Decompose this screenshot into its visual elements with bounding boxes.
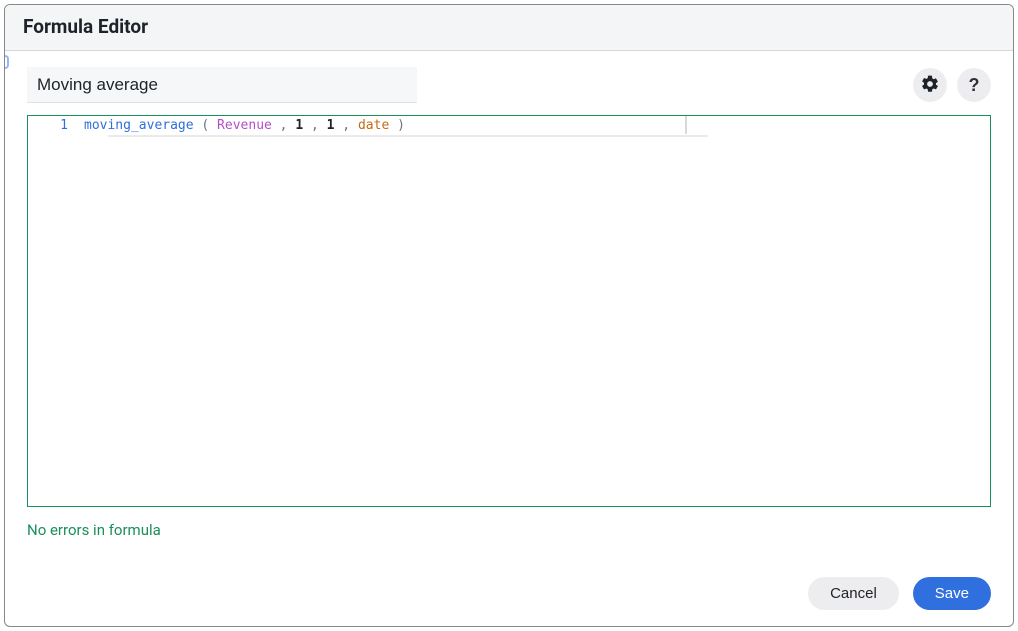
token-close-paren: ) bbox=[389, 118, 405, 133]
question-icon: ? bbox=[969, 75, 980, 96]
footer: Cancel Save bbox=[5, 547, 1013, 626]
token-comma: , bbox=[272, 118, 288, 133]
token-arg-revenue: Revenue bbox=[209, 118, 272, 133]
code-content[interactable]: moving_average ( Revenue , 1 , 1 , date … bbox=[84, 116, 990, 136]
toolbar: ? bbox=[5, 51, 1013, 115]
code-editor[interactable]: 1 moving_average ( Revenue , 1 , 1 , dat… bbox=[27, 115, 991, 507]
decorative-arc bbox=[5, 55, 9, 69]
line-number: 1 bbox=[28, 116, 84, 136]
status-message: No errors in formula bbox=[5, 507, 1013, 547]
cancel-button[interactable]: Cancel bbox=[808, 577, 899, 610]
token-comma: , bbox=[303, 118, 319, 133]
token-arg-num2: 1 bbox=[319, 118, 335, 133]
split-handle[interactable] bbox=[685, 116, 687, 134]
toolbar-icons: ? bbox=[913, 68, 991, 102]
token-arg-num1: 1 bbox=[288, 118, 304, 133]
selection-underline bbox=[108, 135, 708, 137]
token-arg-date: date bbox=[350, 118, 389, 133]
settings-button[interactable] bbox=[913, 68, 947, 102]
code-line[interactable]: 1 moving_average ( Revenue , 1 , 1 , dat… bbox=[28, 116, 990, 136]
token-function: moving_average bbox=[84, 118, 194, 133]
token-open-paren: ( bbox=[194, 118, 210, 133]
modal-title: Formula Editor bbox=[23, 15, 995, 38]
modal-header: Formula Editor bbox=[5, 5, 1013, 51]
help-button[interactable]: ? bbox=[957, 68, 991, 102]
save-button[interactable]: Save bbox=[913, 577, 991, 610]
formula-name-input[interactable] bbox=[27, 67, 417, 103]
token-comma: , bbox=[334, 118, 350, 133]
formula-editor-modal: Formula Editor ? 1 moving_average ( Reve… bbox=[4, 4, 1014, 627]
gear-icon bbox=[920, 74, 940, 97]
